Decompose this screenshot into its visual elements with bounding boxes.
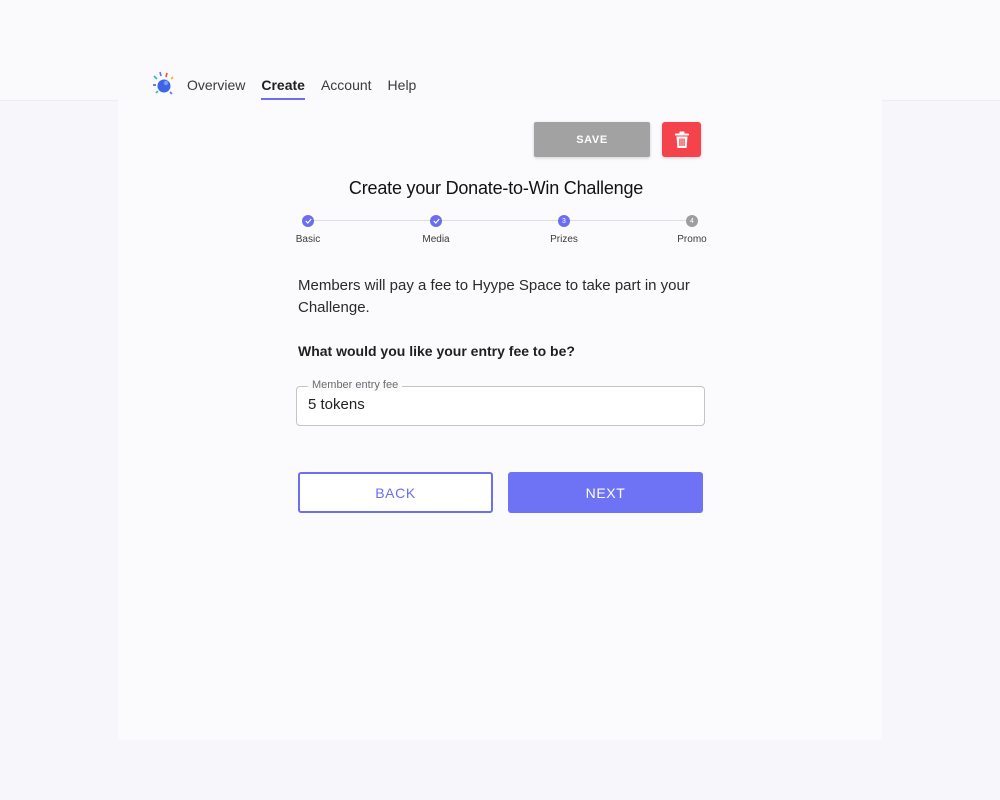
delete-button[interactable] <box>662 122 701 157</box>
step-label: Promo <box>677 234 707 245</box>
check-icon <box>302 215 314 227</box>
step-number: 4 <box>686 215 698 227</box>
step-label: Prizes <box>550 234 578 245</box>
check-icon <box>430 215 442 227</box>
nav-account[interactable]: Account <box>321 77 372 100</box>
page-title: Create your Donate-to-Win Challenge <box>348 178 644 198</box>
step-number: 3 <box>558 215 570 227</box>
step-prizes[interactable]: 3 Prizes <box>534 212 594 245</box>
entry-fee-question: What would you like your entry fee to be… <box>298 343 575 359</box>
entry-fee-input[interactable] <box>308 396 688 413</box>
step-media[interactable]: Media <box>406 212 466 245</box>
nav-help[interactable]: Help <box>388 77 417 100</box>
next-button[interactable]: NEXT <box>508 472 703 513</box>
top-navigation-bar: Overview Create Account Help <box>0 0 1000 101</box>
progress-stepper: Basic Media 3 Prizes 4 Promo <box>296 212 716 252</box>
step-promo[interactable]: 4 Promo <box>662 212 722 245</box>
hyype-logo-icon[interactable] <box>150 71 178 97</box>
intro-text: Members will pay a fee to Hyype Space to… <box>298 277 690 316</box>
main-nav: Overview Create Account Help <box>187 77 432 100</box>
nav-overview[interactable]: Overview <box>187 77 245 100</box>
entry-fee-field[interactable]: Member entry fee <box>296 379 705 426</box>
back-button[interactable]: BACK <box>298 472 493 513</box>
trash-icon <box>674 131 689 148</box>
nav-create[interactable]: Create <box>261 77 305 100</box>
step-label: Basic <box>295 234 321 245</box>
step-label: Media <box>422 234 450 245</box>
step-basic[interactable]: Basic <box>278 212 338 245</box>
save-button[interactable]: SAVE <box>534 122 650 157</box>
entry-fee-label: Member entry fee <box>308 379 403 391</box>
